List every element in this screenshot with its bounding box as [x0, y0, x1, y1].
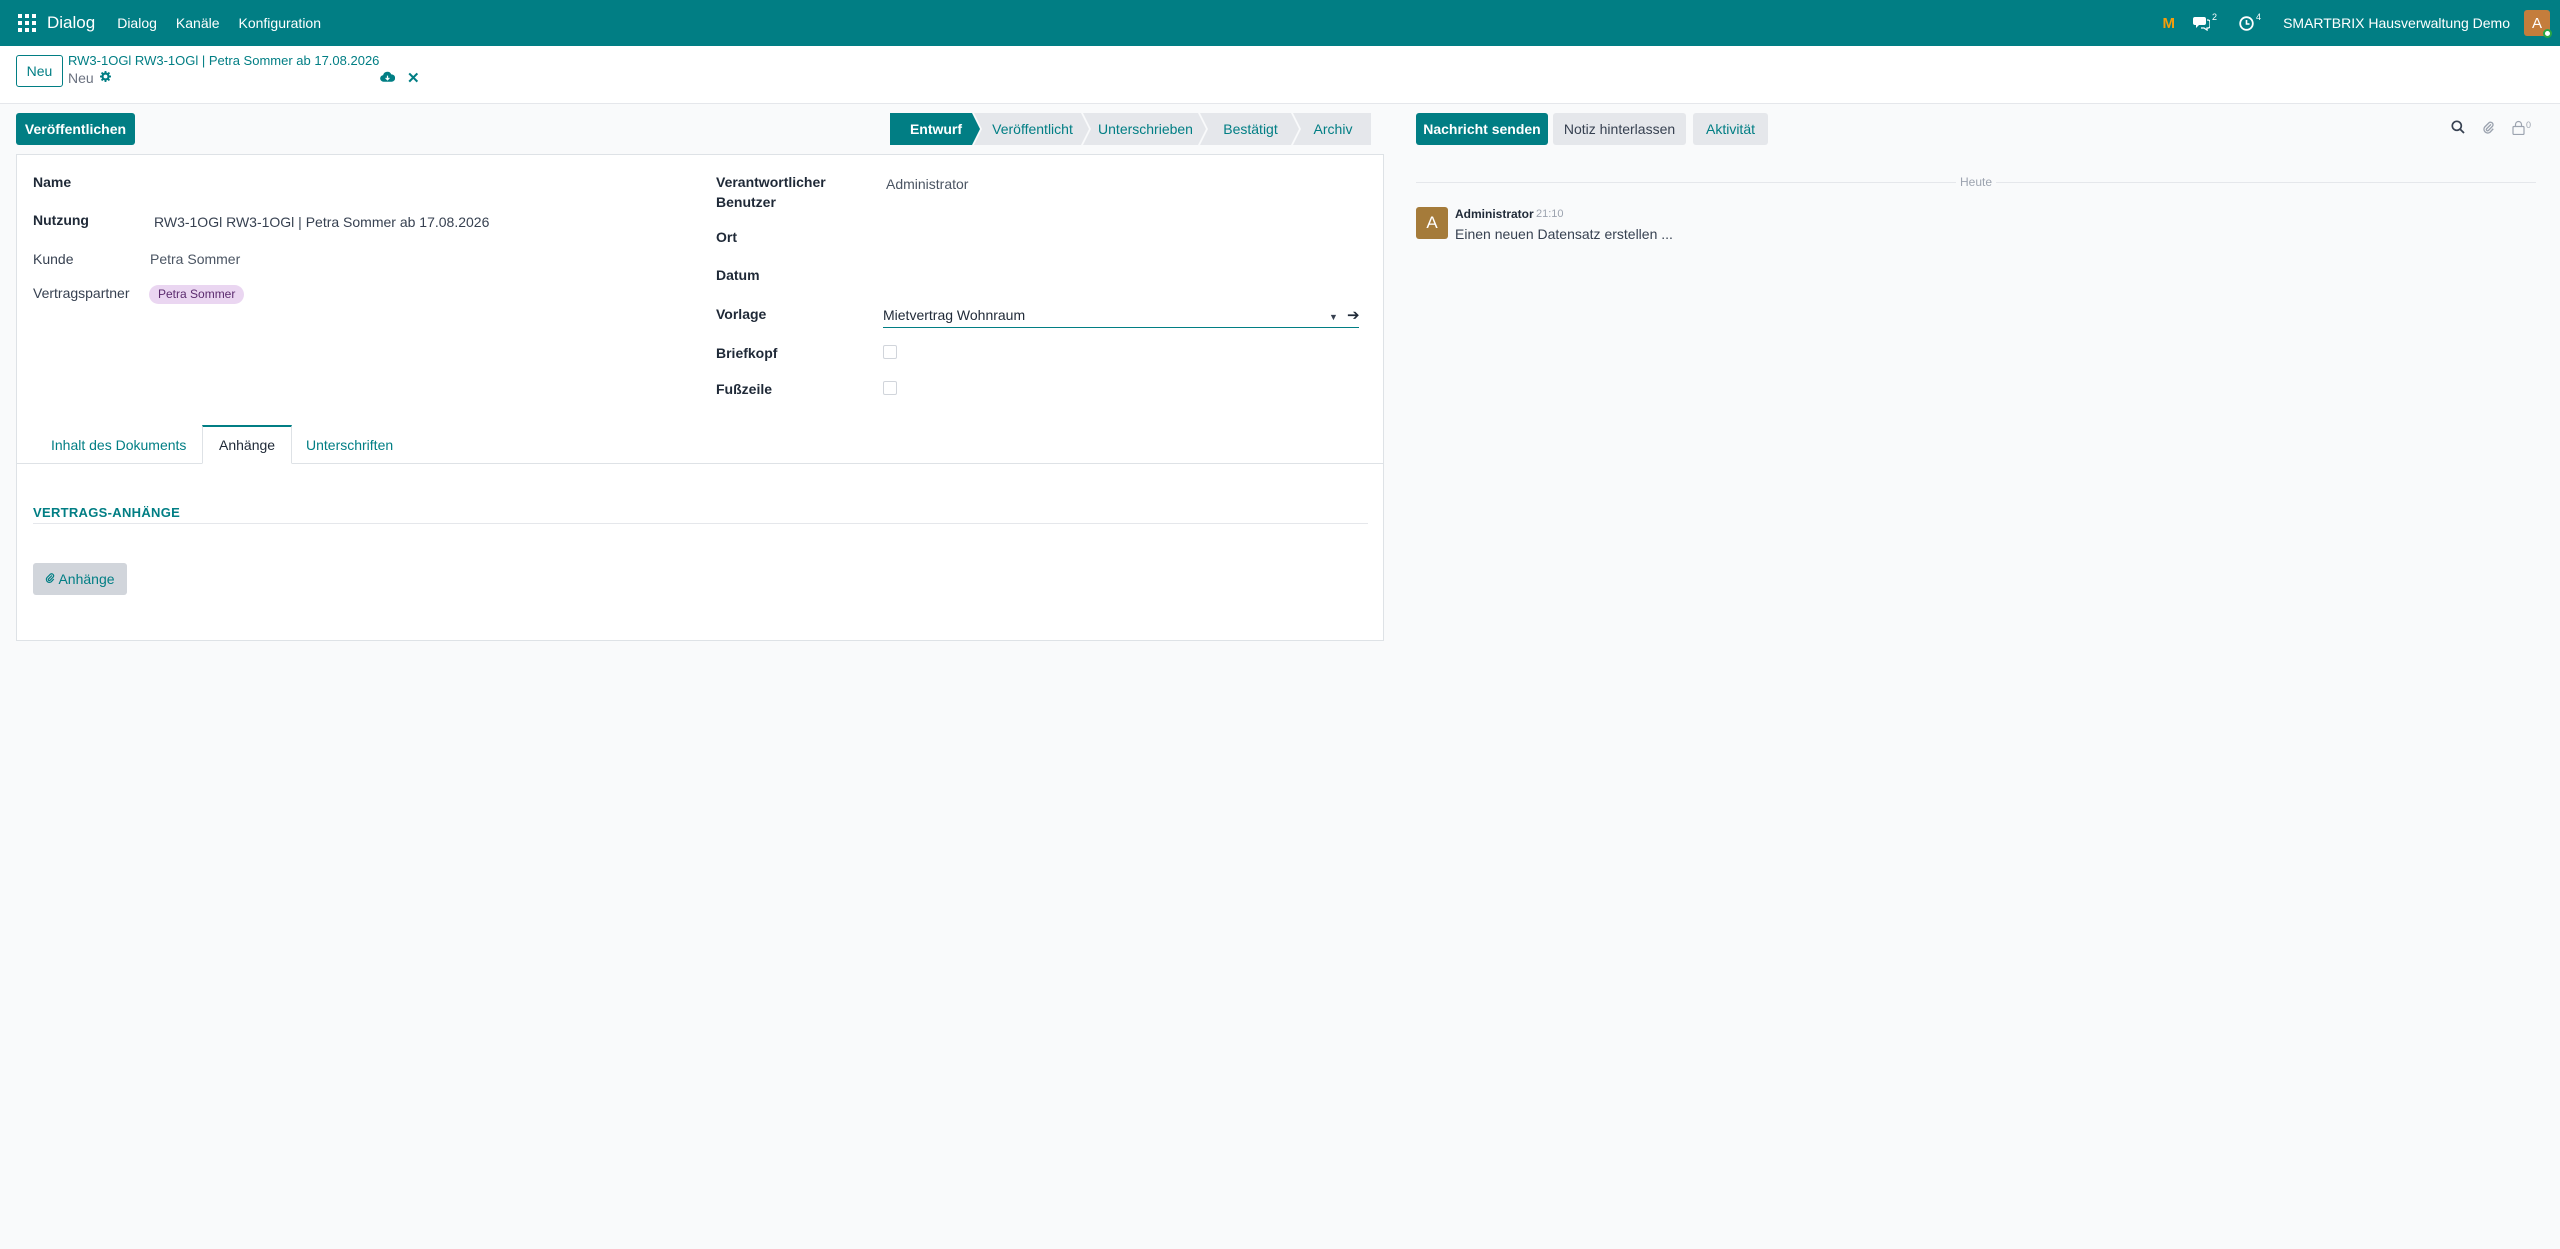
stage-entwurf[interactable]: Entwurf — [890, 113, 980, 145]
vorlage-input[interactable]: Mietvertrag Wohnraum — [883, 304, 1359, 328]
record-status: Neu — [68, 70, 111, 86]
datum-label: Datum — [716, 267, 760, 283]
message-author[interactable]: Administrator — [1455, 207, 1534, 221]
log-note-button[interactable]: Notiz hinterlassen — [1553, 113, 1686, 145]
app-brand[interactable]: Dialog — [47, 13, 95, 33]
attachments-button[interactable]: Anhänge — [33, 563, 127, 595]
control-panel: Neu RW3-1OGl RW3-1OGl | Petra Sommer ab … — [0, 46, 2560, 104]
briefkopf-checkbox[interactable] — [883, 345, 897, 359]
tab-anhaenge[interactable]: Anhänge — [202, 425, 293, 464]
today-label: Heute — [1956, 175, 1997, 189]
menu-kanaele[interactable]: Kanäle — [176, 15, 220, 31]
chat-bubbles-icon — [2193, 16, 2211, 31]
stage-veroeffentlicht[interactable]: Veröffentlicht — [974, 113, 1089, 145]
vorlage-label: Vorlage — [716, 306, 767, 322]
discard-close-icon[interactable]: ✕ — [407, 69, 420, 87]
attachments-button-label: Anhänge — [58, 571, 115, 587]
menu-dialog[interactable]: Dialog — [117, 15, 157, 31]
record-status-label: Neu — [68, 70, 94, 86]
message-author-avatar[interactable]: A — [1416, 207, 1448, 239]
user-field[interactable]: Administrator — [886, 176, 968, 192]
briefkopf-label: Briefkopf — [716, 345, 778, 361]
message-time: 21:10 — [1536, 208, 1564, 220]
tab-unterschriften[interactable]: Unterschriften — [290, 425, 409, 464]
vertragspartner-tag[interactable]: Petra Sommer — [149, 285, 245, 304]
send-message-button[interactable]: Nachricht senden — [1416, 113, 1548, 145]
kunde-label: Kunde — [33, 251, 74, 267]
menu-konfiguration[interactable]: Konfiguration — [239, 15, 322, 31]
user-label-line1: Verantwortlicher — [716, 174, 826, 190]
clock-icon — [2239, 15, 2254, 31]
breadcrumb[interactable]: RW3-1OGl RW3-1OGl | Petra Sommer ab 17.0… — [68, 53, 379, 68]
status-bar: Entwurf Veröffentlicht Unterschrieben Be… — [890, 113, 1371, 145]
messaging-counter: 2 — [2212, 12, 2218, 22]
kunde-field[interactable]: Petra Sommer — [150, 251, 240, 267]
vertragspartner-label: Vertragspartner — [33, 285, 130, 301]
activity-button[interactable]: Aktivität — [1693, 113, 1768, 145]
gear-icon[interactable] — [99, 71, 111, 85]
ort-label: Ort — [716, 229, 737, 245]
internal-link-arrow-icon[interactable]: ➔ — [1347, 306, 1360, 324]
vertrags-anhaenge-title: VERTRAGS-ANHÄNGE — [33, 505, 181, 520]
company-switcher[interactable]: SMARTBRIX Hausverwaltung Demo — [2283, 15, 2510, 31]
messaging-icon[interactable]: 2 — [2193, 12, 2217, 31]
form-sheet: Name Nutzung RW3-1OGl RW3-1OGl | Petra S… — [16, 154, 1384, 641]
stage-bestaetigt[interactable]: Bestätigt — [1200, 113, 1299, 145]
section-divider — [33, 523, 1368, 524]
paperclip-icon — [45, 572, 55, 587]
stage-unterschrieben[interactable]: Unterschrieben — [1083, 113, 1206, 145]
fusszeile-label: Fußzeile — [716, 381, 773, 397]
user-avatar[interactable]: A — [2524, 10, 2552, 38]
followers-lock-icon[interactable]: 0 — [2512, 120, 2531, 135]
user-avatar-letter: A — [2531, 14, 2542, 32]
message-body: Einen neuen Datensatz erstellen ... — [1455, 226, 1673, 242]
fusszeile-checkbox[interactable] — [883, 381, 897, 395]
nutzung-label: Nutzung — [33, 212, 89, 228]
nutzung-field[interactable]: RW3-1OGl RW3-1OGl | Petra Sommer ab 17.0… — [154, 214, 489, 230]
activity-icon[interactable]: 4 — [2239, 12, 2261, 31]
search-icon[interactable] — [2451, 120, 2465, 137]
apps-menu-icon[interactable] — [18, 14, 36, 32]
dropdown-caret-icon[interactable]: ▼ — [1329, 312, 1338, 322]
activity-counter: 4 — [2256, 12, 2262, 22]
publish-button[interactable]: Veröffentlichen — [16, 113, 135, 145]
cloud-save-icon[interactable] — [380, 70, 396, 86]
top-navbar: Dialog Dialog Kanäle Konfiguration M 2 4… — [0, 0, 2560, 46]
new-record-button[interactable]: Neu — [16, 55, 63, 87]
name-label: Name — [33, 174, 72, 190]
tab-inhalt-des-dokuments[interactable]: Inhalt des Dokuments — [35, 425, 202, 464]
online-status-indicator — [2543, 29, 2552, 38]
user-label-line2: Benutzer — [716, 194, 776, 210]
m-app-icon[interactable]: M — [2163, 15, 2176, 32]
attachment-paperclip-icon[interactable] — [2482, 120, 2495, 138]
stage-archiv[interactable]: Archiv — [1293, 113, 1371, 145]
attachment-counter: 0 — [2526, 120, 2532, 130]
